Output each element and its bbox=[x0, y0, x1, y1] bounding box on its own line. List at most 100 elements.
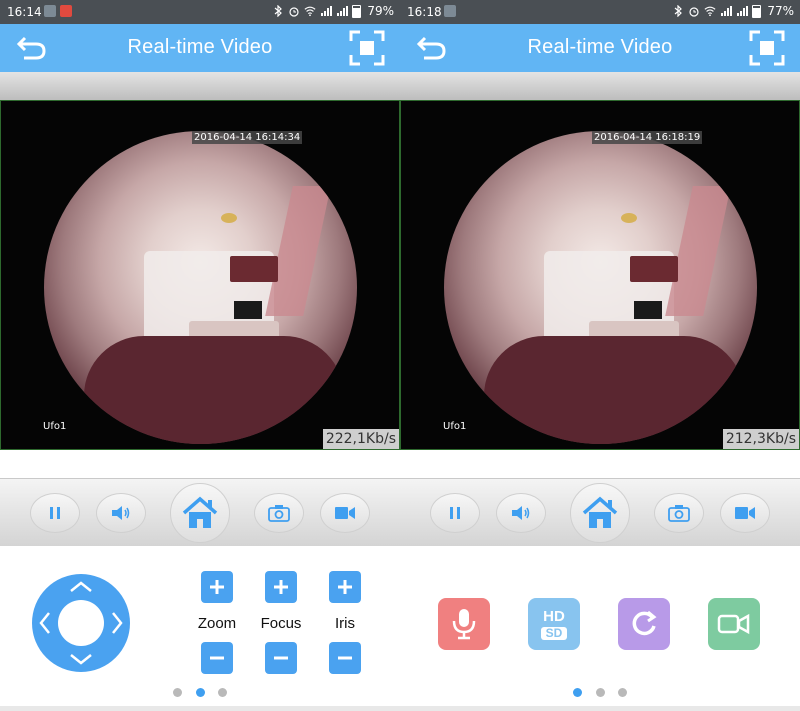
speaker-button[interactable] bbox=[496, 493, 546, 533]
zoom-in-button[interactable] bbox=[201, 571, 233, 603]
status-bar: 16:18 77% bbox=[400, 0, 800, 24]
status-time: 16:14 bbox=[7, 5, 42, 19]
plus-icon bbox=[274, 580, 288, 594]
divider-band bbox=[400, 72, 800, 100]
pad-right-arrow-icon[interactable] bbox=[112, 612, 123, 634]
video-record-icon bbox=[717, 613, 750, 635]
bottom-edge bbox=[0, 706, 800, 711]
snapshot-button[interactable] bbox=[254, 493, 304, 533]
hd-label: HD bbox=[543, 607, 565, 625]
bitrate-label: 222,1Kb/s bbox=[322, 429, 399, 449]
speaker-icon bbox=[512, 506, 530, 520]
pause-button[interactable] bbox=[430, 493, 480, 533]
minus-icon bbox=[210, 656, 224, 660]
focus-out-button[interactable] bbox=[265, 642, 297, 674]
page-dot-3[interactable] bbox=[618, 688, 627, 697]
pause-icon bbox=[450, 507, 460, 519]
pad-up-arrow-icon[interactable] bbox=[70, 581, 92, 592]
battery-percent: 79% bbox=[367, 4, 394, 18]
app-bar: Real-time Video bbox=[0, 24, 400, 72]
home-icon bbox=[182, 496, 218, 528]
page-indicator bbox=[0, 688, 400, 700]
signal-icon-2 bbox=[737, 6, 749, 16]
pad-center bbox=[58, 600, 104, 646]
home-button[interactable] bbox=[170, 483, 230, 543]
iris-out-button[interactable] bbox=[329, 642, 361, 674]
alarm-icon bbox=[689, 7, 699, 17]
fisheye-video-frame bbox=[444, 131, 757, 444]
page-dot-2[interactable] bbox=[596, 688, 605, 697]
pause-icon bbox=[50, 507, 60, 519]
camera-name: Ufo1 bbox=[443, 421, 467, 432]
video-view[interactable]: 2016-04-14 16:14:34 Ufo1 222,1Kb/s bbox=[0, 100, 400, 450]
page-title: Real-time Video bbox=[527, 36, 673, 58]
hd-sd-toggle-button[interactable]: HD SD bbox=[528, 598, 580, 650]
wifi-icon bbox=[304, 6, 316, 17]
microphone-button[interactable] bbox=[438, 598, 490, 650]
wifi-icon bbox=[704, 6, 716, 17]
record-button[interactable] bbox=[720, 493, 770, 533]
page-dot-2[interactable] bbox=[196, 688, 205, 697]
pad-down-arrow-icon[interactable] bbox=[70, 654, 92, 665]
video-view[interactable]: 2016-04-14 16:18:19 Ufo1 212,3Kb/s bbox=[400, 100, 800, 450]
notification-icon bbox=[44, 5, 56, 17]
zoom-out-button[interactable] bbox=[201, 642, 233, 674]
iris-in-button[interactable] bbox=[329, 571, 361, 603]
zoom-label: Zoom bbox=[197, 615, 237, 632]
minus-icon bbox=[338, 656, 352, 660]
plus-icon bbox=[210, 580, 224, 594]
battery-percent: 77% bbox=[767, 4, 794, 18]
ptz-panel: Zoom Focus Iris bbox=[0, 546, 400, 706]
signal-icon bbox=[721, 6, 733, 16]
battery-icon bbox=[352, 4, 362, 18]
fullscreen-icon[interactable] bbox=[349, 30, 385, 66]
rotate-button[interactable] bbox=[618, 598, 670, 650]
camera-icon bbox=[268, 505, 290, 522]
sd-label: SD bbox=[540, 626, 568, 640]
right-screen: 16:18 77% Real-time Video 2016-04-14 16:… bbox=[400, 0, 800, 711]
speaker-icon bbox=[112, 506, 130, 520]
battery-icon bbox=[752, 4, 762, 18]
video-icon bbox=[335, 507, 355, 519]
direction-pad[interactable] bbox=[32, 574, 130, 672]
microphone-icon bbox=[452, 609, 476, 640]
bitrate-label: 212,3Kb/s bbox=[722, 429, 799, 449]
record-video-button[interactable] bbox=[708, 598, 760, 650]
page-dot-1[interactable] bbox=[173, 688, 182, 697]
page-dot-1[interactable] bbox=[573, 688, 582, 697]
focus-label: Focus bbox=[260, 615, 302, 632]
video-timestamp: 2016-04-14 16:14:34 bbox=[192, 131, 303, 144]
refresh-icon bbox=[632, 610, 657, 636]
pad-left-arrow-icon[interactable] bbox=[39, 612, 50, 634]
signal-icon bbox=[321, 6, 333, 16]
control-bar bbox=[400, 478, 800, 546]
alarm-icon bbox=[289, 7, 299, 17]
fisheye-video-frame bbox=[44, 131, 357, 444]
camera-name: Ufo1 bbox=[43, 421, 67, 432]
record-button[interactable] bbox=[320, 493, 370, 533]
video-icon bbox=[735, 507, 755, 519]
minus-icon bbox=[274, 656, 288, 660]
app-bar: Real-time Video bbox=[400, 24, 800, 72]
control-bar bbox=[0, 478, 400, 546]
status-bar: 16:14 79% bbox=[0, 0, 400, 24]
camera-icon bbox=[668, 505, 690, 522]
home-button[interactable] bbox=[570, 483, 630, 543]
focus-in-button[interactable] bbox=[265, 571, 297, 603]
bluetooth-icon bbox=[274, 5, 283, 17]
page-indicator bbox=[400, 688, 800, 700]
notification-icon bbox=[444, 5, 456, 17]
left-screen: 16:14 79% Real-time Video 2016-04-14 16:… bbox=[0, 0, 400, 711]
pause-button[interactable] bbox=[30, 493, 80, 533]
snapshot-button[interactable] bbox=[654, 493, 704, 533]
video-timestamp: 2016-04-14 16:18:19 bbox=[592, 131, 703, 144]
page-title: Real-time Video bbox=[127, 36, 273, 58]
speaker-button[interactable] bbox=[96, 493, 146, 533]
iris-label: Iris bbox=[335, 615, 355, 632]
fullscreen-icon[interactable] bbox=[749, 30, 785, 66]
bluetooth-icon bbox=[674, 5, 683, 17]
status-time: 16:18 bbox=[407, 5, 442, 19]
gmail-icon bbox=[60, 5, 72, 17]
signal-icon-2 bbox=[337, 6, 349, 16]
page-dot-3[interactable] bbox=[218, 688, 227, 697]
